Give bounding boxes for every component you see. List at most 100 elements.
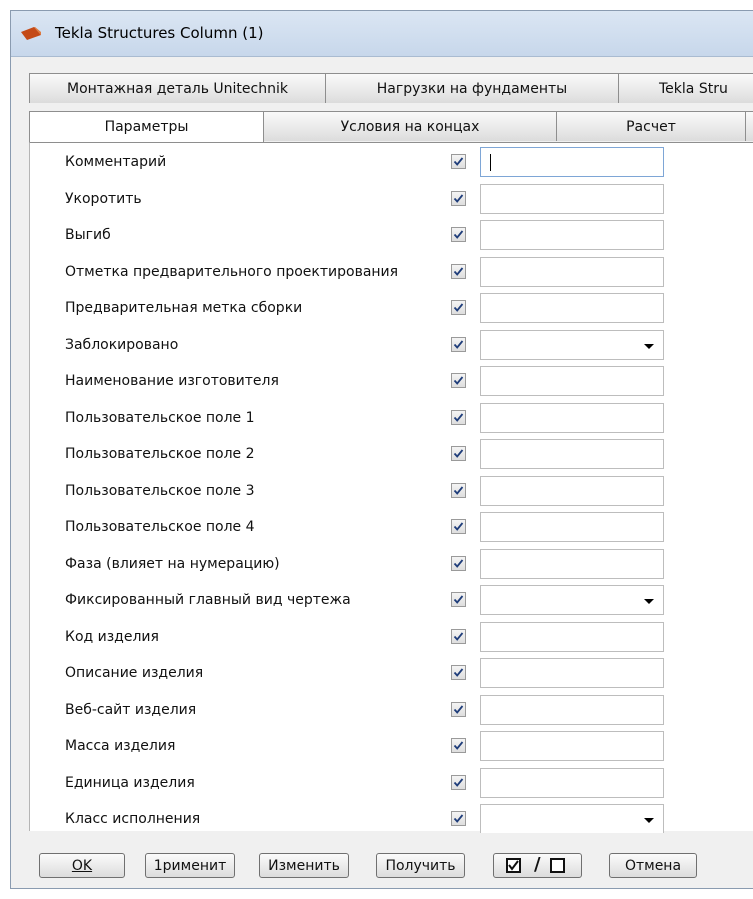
get-button[interactable]: Получить — [376, 853, 465, 878]
param-row: Веб-сайт изделия — [30, 695, 753, 725]
param-checkbox[interactable] — [451, 665, 466, 680]
param-label: Описание изделия — [65, 665, 204, 681]
cancel-button[interactable]: Отмена — [609, 853, 697, 878]
checkmark-icon — [453, 340, 464, 349]
tab-overflow[interactable] — [745, 111, 753, 141]
checkmark-icon — [453, 157, 464, 166]
param-checkbox[interactable] — [451, 811, 466, 826]
param-label: Пользовательское поле 1 — [65, 410, 255, 426]
param-checkbox[interactable] — [451, 519, 466, 534]
param-label: Фиксированный главный вид чертежа — [65, 592, 351, 608]
param-input[interactable] — [480, 695, 664, 725]
param-checkbox[interactable] — [451, 556, 466, 571]
checkmark-icon — [453, 559, 464, 568]
text-cursor — [490, 154, 491, 171]
param-checkbox[interactable] — [451, 738, 466, 753]
unchecked-box-icon — [550, 858, 565, 873]
param-row: Код изделия — [30, 622, 753, 652]
param-row: Пользовательское поле 1 — [30, 403, 753, 433]
param-label: Класс исполнения — [65, 811, 201, 827]
param-label: Заблокировано — [65, 337, 179, 353]
param-checkbox[interactable] — [451, 592, 466, 607]
checkmark-icon — [453, 632, 464, 641]
param-row: Укоротить — [30, 184, 753, 214]
param-label: Наименование изготовителя — [65, 373, 279, 389]
param-label: Пользовательское поле 3 — [65, 483, 255, 499]
param-input[interactable] — [480, 403, 664, 433]
param-input[interactable] — [480, 147, 664, 177]
param-input[interactable] — [480, 293, 664, 323]
param-label: Веб-сайт изделия — [65, 702, 197, 718]
param-checkbox[interactable] — [451, 446, 466, 461]
dropdown-arrow-icon[interactable] — [644, 818, 654, 823]
param-input[interactable] — [480, 184, 664, 214]
tekla-app-icon — [21, 27, 41, 40]
param-row: Фиксированный главный вид чертежа — [30, 585, 753, 615]
param-label: Комментарий — [65, 154, 167, 170]
param-checkbox[interactable] — [451, 337, 466, 352]
param-label: Пользовательское поле 2 — [65, 446, 255, 462]
tab-analysis[interactable]: Расчет — [556, 111, 746, 141]
param-dropdown[interactable] — [480, 804, 664, 834]
param-checkbox[interactable] — [451, 154, 466, 169]
param-label: Предварительная метка сборки — [65, 300, 303, 316]
param-checkbox[interactable] — [451, 300, 466, 315]
param-label: Фаза (влияет на нумерацию) — [65, 556, 280, 572]
param-row: Пользовательское поле 2 — [30, 439, 753, 469]
param-row: Класс исполнения — [30, 804, 753, 834]
checked-box-icon — [506, 858, 521, 873]
param-input[interactable] — [480, 658, 664, 688]
tab-row-back: Монтажная деталь Unitechnik Нагрузки на … — [29, 73, 753, 103]
param-input[interactable] — [480, 731, 664, 761]
tab-tekla-structures[interactable]: Tekla Stru — [618, 73, 753, 103]
param-checkbox[interactable] — [451, 191, 466, 206]
param-checkbox[interactable] — [451, 264, 466, 279]
ok-button[interactable]: OK — [39, 853, 125, 878]
dropdown-arrow-icon[interactable] — [644, 344, 654, 349]
tab-unitechnik[interactable]: Монтажная деталь Unitechnik — [29, 73, 326, 103]
checkmark-icon — [453, 376, 464, 385]
param-input[interactable] — [480, 512, 664, 542]
param-checkbox[interactable] — [451, 629, 466, 644]
param-input[interactable] — [480, 768, 664, 798]
param-input[interactable] — [480, 220, 664, 250]
param-row: Пользовательское поле 4 — [30, 512, 753, 542]
param-input[interactable] — [480, 257, 664, 287]
param-checkbox[interactable] — [451, 775, 466, 790]
param-checkbox[interactable] — [451, 702, 466, 717]
param-checkbox[interactable] — [451, 483, 466, 498]
param-label: Отметка предварительного проектирования — [65, 264, 399, 280]
param-input[interactable] — [480, 549, 664, 579]
param-input[interactable] — [480, 366, 664, 396]
param-label: Выгиб — [65, 227, 111, 243]
slash-icon: / — [534, 854, 541, 875]
param-row: Пользовательское поле 3 — [30, 476, 753, 506]
apply-button[interactable]: 1рименит — [145, 853, 235, 878]
param-input[interactable] — [480, 439, 664, 469]
param-checkbox[interactable] — [451, 373, 466, 388]
param-row: Масса изделия — [30, 731, 753, 761]
checkmark-icon — [453, 267, 464, 276]
modify-button[interactable]: Изменить — [259, 853, 349, 878]
param-dropdown[interactable] — [480, 330, 664, 360]
param-row: Выгиб — [30, 220, 753, 250]
param-dropdown[interactable] — [480, 585, 664, 615]
param-label: Пользовательское поле 4 — [65, 519, 255, 535]
dropdown-arrow-icon[interactable] — [644, 599, 654, 604]
param-checkbox[interactable] — [451, 227, 466, 242]
title-bar[interactable]: Tekla Structures Column (1) — [11, 11, 753, 57]
checkmark-icon — [453, 413, 464, 422]
checkmark-icon — [453, 230, 464, 239]
param-input[interactable] — [480, 622, 664, 652]
param-label: Укоротить — [65, 191, 142, 207]
properties-dialog: Tekla Structures Column (1) Монтажная де… — [10, 10, 753, 889]
tab-parameters[interactable]: Параметры — [29, 111, 264, 142]
param-checkbox[interactable] — [451, 410, 466, 425]
checkmark-icon — [453, 522, 464, 531]
toggle-all-checkboxes-button[interactable]: / — [493, 853, 582, 878]
param-row: Единица изделия — [30, 768, 753, 798]
param-input[interactable] — [480, 476, 664, 506]
tab-end-conditions[interactable]: Условия на концах — [263, 111, 557, 141]
checkmark-icon — [453, 778, 464, 787]
tab-foundation-loads[interactable]: Нагрузки на фундаменты — [325, 73, 619, 103]
